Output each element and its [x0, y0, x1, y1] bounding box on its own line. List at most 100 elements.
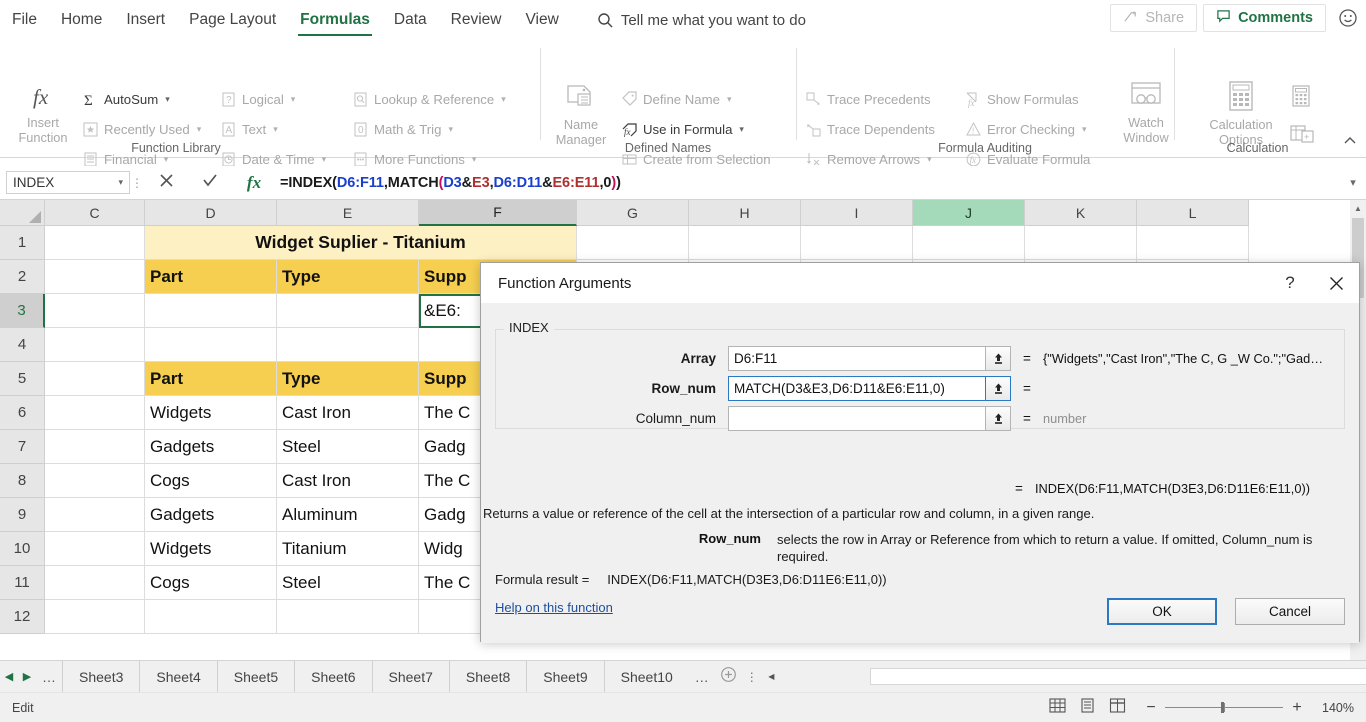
dialog-title-bar[interactable]: Function Arguments ?	[481, 263, 1359, 303]
row-header-10[interactable]: 10	[0, 532, 45, 566]
row-header-12[interactable]: 12	[0, 600, 45, 634]
chevron-down-icon[interactable]: ▾	[927, 154, 932, 165]
sheet-tab-sheet5[interactable]: Sheet5	[216, 660, 294, 693]
row-header-1[interactable]: 1	[0, 226, 45, 260]
cell-C3[interactable]	[45, 294, 145, 328]
cell-D7[interactable]: Gadgets	[145, 430, 277, 464]
expand-formula-bar-button[interactable]: ▾	[1340, 176, 1366, 189]
row-header-8[interactable]: 8	[0, 464, 45, 498]
minus-icon[interactable]: −	[1144, 699, 1158, 717]
cancel-entry-button[interactable]	[144, 173, 188, 193]
cell-C9[interactable]	[45, 498, 145, 532]
insert-function-button[interactable]: fx Insert Function	[12, 82, 74, 145]
lookup-reference-button[interactable]: Lookup & Reference ▾	[352, 86, 506, 112]
row-header-7[interactable]: 7	[0, 430, 45, 464]
comments-button[interactable]: Comments	[1203, 4, 1326, 32]
plus-icon[interactable]: +	[1290, 699, 1304, 717]
ok-button[interactable]: OK	[1107, 598, 1217, 625]
chevron-down-icon[interactable]: ▾	[739, 124, 744, 135]
scroll-up-arrow[interactable]: ▲	[1350, 200, 1366, 216]
share-button[interactable]: Share	[1110, 4, 1198, 32]
feedback-smiley-icon[interactable]	[1336, 6, 1360, 30]
vertical-dots-icon[interactable]: ⋮	[743, 670, 761, 684]
plus-circle-icon[interactable]	[715, 666, 743, 688]
chevron-down-icon[interactable]: ▾	[322, 154, 327, 165]
chevron-down-icon[interactable]: ▾	[165, 94, 170, 105]
row-header-4[interactable]: 4	[0, 328, 45, 362]
cell-E6[interactable]: Cast Iron	[277, 396, 419, 430]
tab-data[interactable]: Data	[382, 0, 439, 40]
horizontal-scroll-track[interactable]	[779, 668, 1366, 685]
calculate-now-button[interactable]	[1289, 84, 1313, 113]
cell-E3[interactable]	[277, 294, 419, 328]
sheet-tab-sheet10[interactable]: Sheet10	[603, 660, 689, 693]
cell-D9[interactable]: Gadgets	[145, 498, 277, 532]
cell-J1[interactable]	[913, 226, 1025, 260]
chevron-down-icon[interactable]: ▾	[273, 124, 278, 135]
column-header-g[interactable]: G	[577, 200, 689, 226]
cell-L1[interactable]	[1137, 226, 1249, 260]
cell-D1[interactable]: Widget Suplier - Titanium	[145, 226, 577, 260]
cell-D2[interactable]: Part	[145, 260, 277, 294]
page-layout-view-button[interactable]	[1072, 697, 1102, 719]
chevron-down-icon[interactable]: ▾	[197, 124, 202, 135]
tab-review[interactable]: Review	[439, 0, 514, 40]
column-header-h[interactable]: H	[689, 200, 801, 226]
sheet-tab-sheet9[interactable]: Sheet9	[526, 660, 603, 693]
cell-E7[interactable]: Steel	[277, 430, 419, 464]
cell-C4[interactable]	[45, 328, 145, 362]
sheet-tab-sheet7[interactable]: Sheet7	[371, 660, 449, 693]
page-break-view-button[interactable]	[1102, 697, 1132, 719]
row-header-5[interactable]: 5	[0, 362, 45, 396]
trace-precedents-button[interactable]: Trace Precedents	[805, 86, 931, 112]
rownum-collapse-button[interactable]	[986, 375, 1011, 401]
columnnum-input[interactable]	[728, 405, 986, 431]
columnnum-collapse-button[interactable]	[986, 405, 1011, 431]
chevron-down-icon[interactable]: ▾	[164, 154, 169, 165]
close-icon[interactable]	[1313, 263, 1359, 303]
column-header-l[interactable]: L	[1137, 200, 1249, 226]
cell-E5[interactable]: Type	[277, 362, 419, 396]
horizontal-scrollbar[interactable]: ◀ ▶	[762, 668, 1366, 686]
cell-E2[interactable]: Type	[277, 260, 419, 294]
tab-view[interactable]: View	[514, 0, 571, 40]
tell-me-search[interactable]: Tell me what you want to do	[597, 12, 806, 29]
cell-C12[interactable]	[45, 600, 145, 634]
select-all-corner[interactable]	[0, 200, 45, 226]
cell-C6[interactable]	[45, 396, 145, 430]
tab-file[interactable]: File	[0, 0, 49, 40]
chevron-down-icon[interactable]: ▾	[472, 154, 477, 165]
ribbon-collapse-button[interactable]	[1342, 134, 1358, 153]
sheet-tab-sheet3[interactable]: Sheet3	[62, 660, 139, 693]
formula-bar-grip[interactable]: ⋮	[130, 176, 144, 190]
help-on-function-link[interactable]: Help on this function	[495, 600, 613, 615]
sheet-tabs-left-ellipsis[interactable]: …	[36, 669, 62, 685]
cell-E12[interactable]	[277, 600, 419, 634]
question-mark-icon[interactable]: ?	[1267, 263, 1313, 303]
cell-E8[interactable]: Cast Iron	[277, 464, 419, 498]
confirm-entry-button[interactable]	[188, 173, 232, 193]
column-header-f[interactable]: F	[419, 200, 577, 226]
tab-home[interactable]: Home	[49, 0, 114, 40]
sheet-tab-sheet6[interactable]: Sheet6	[294, 660, 371, 693]
zoom-control[interactable]: − +	[1144, 699, 1304, 717]
name-manager-button[interactable]: Name Manager	[549, 82, 613, 147]
row-header-9[interactable]: 9	[0, 498, 45, 532]
array-input[interactable]: D6:F11	[728, 345, 986, 371]
column-header-k[interactable]: K	[1025, 200, 1137, 226]
cell-G1[interactable]	[577, 226, 689, 260]
cell-D6[interactable]: Widgets	[145, 396, 277, 430]
rownum-input[interactable]: MATCH(D3&E3,D6:D11&E6:E11,0)	[728, 375, 986, 401]
cell-I1[interactable]	[801, 226, 913, 260]
chevron-down-icon[interactable]: ▾	[291, 94, 296, 105]
sheet-tabs-right-ellipsis[interactable]: …	[689, 669, 715, 685]
horizontal-scroll-thumb[interactable]	[869, 668, 1366, 685]
column-header-e[interactable]: E	[277, 200, 419, 226]
cell-E10[interactable]: Titanium	[277, 532, 419, 566]
cell-E4[interactable]	[277, 328, 419, 362]
cell-C2[interactable]	[45, 260, 145, 294]
use-in-formula-button[interactable]: fx Use in Formula ▾	[621, 116, 744, 142]
logical-button[interactable]: ? Logical ▾	[220, 86, 295, 112]
define-name-button[interactable]: Define Name ▾	[621, 86, 732, 112]
sheet-tab-sheet8[interactable]: Sheet8	[448, 660, 526, 693]
